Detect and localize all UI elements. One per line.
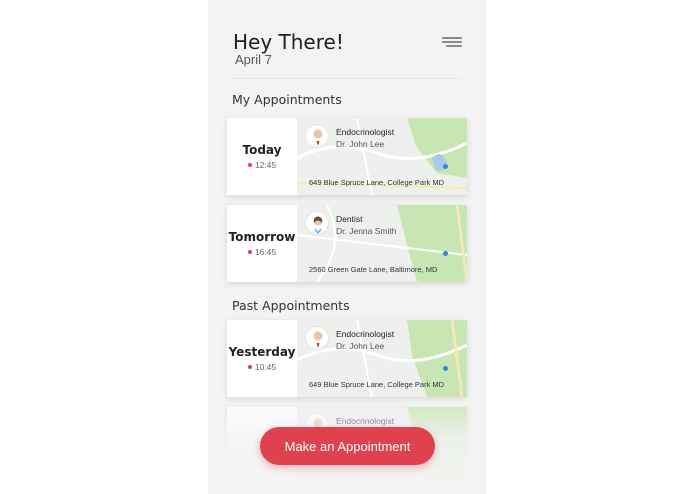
doctor-avatar — [305, 211, 329, 235]
header-divider — [232, 78, 462, 79]
appointment-time: 10:45 — [247, 362, 277, 372]
section-title-my-appointments: My Appointments — [232, 92, 342, 107]
time-dot-icon — [247, 365, 252, 369]
greeting-title: Hey There! — [233, 30, 344, 54]
doctor-avatar — [305, 124, 329, 148]
appointment-day: Tomorrow — [228, 230, 296, 244]
appointment-when: Today 12:45 — [227, 118, 297, 195]
appointment-address: 2560 Green Gate Lane, Baltimore, MD — [309, 265, 438, 274]
make-appointment-button[interactable]: Make an Appointment — [260, 427, 435, 465]
map-pin-icon — [443, 164, 448, 169]
menu-icon[interactable] — [442, 37, 462, 49]
time-dot-icon — [247, 250, 252, 254]
appointment-time-value: 10:45 — [254, 362, 277, 372]
appointment-address: 649 Blue Spruce Lane, College Park MD — [309, 380, 445, 389]
appointment-time-value: 12:45 — [254, 160, 277, 170]
map-pin-icon — [443, 251, 448, 256]
time-dot-icon — [247, 163, 252, 167]
doctor-specialty: Dentist — [336, 214, 363, 224]
doctor-specialty: Endocrinologist — [336, 416, 395, 426]
appointment-map[interactable]: Endocrinologist Dr. John Lee 649 Blue Sp… — [297, 118, 467, 195]
appointment-when: Yesterday 10:45 — [227, 320, 297, 397]
appointment-map[interactable]: Dentist Dr. Jenna Smith 2560 Green Gate … — [297, 205, 467, 282]
doctor-name: Dr. John Lee — [336, 139, 385, 149]
section-title-past-appointments: Past Appointments — [232, 298, 350, 313]
appointment-address: 649 Blue Spruce Lane, College Park MD — [309, 178, 445, 187]
appointment-card[interactable]: Yesterday 10:45 Endocrinologist Dr. John… — [227, 320, 467, 397]
appointment-day: Yesterday — [228, 345, 296, 359]
doctor-specialty: Endocrinologist — [336, 127, 395, 137]
appointment-time: 12:45 — [247, 160, 277, 170]
doctor-avatar — [305, 326, 329, 350]
appointment-time-value: 16:45 — [254, 247, 277, 257]
app-screen: Hey There! April 7 My Appointments Today… — [208, 0, 486, 494]
appointment-card[interactable]: Tomorrow 16:45 Dentist Dr. Jenna Smith 2… — [227, 205, 467, 282]
appointment-when: Tomorrow 16:45 — [227, 205, 297, 282]
appointment-map[interactable]: Endocrinologist Dr. John Lee 649 Blue Sp… — [297, 320, 467, 397]
header-date: April 7 — [235, 52, 272, 67]
appointment-card[interactable]: Today 12:45 Endocrinologist Dr. John Lee… — [227, 118, 467, 195]
appointment-day: Today — [242, 143, 282, 157]
map-pin-icon — [443, 366, 448, 371]
appointment-time: 16:45 — [247, 247, 277, 257]
doctor-specialty: Endocrinologist — [336, 329, 395, 339]
doctor-name: Dr. Jenna Smith — [336, 226, 397, 236]
doctor-name: Dr. John Lee — [336, 341, 385, 351]
